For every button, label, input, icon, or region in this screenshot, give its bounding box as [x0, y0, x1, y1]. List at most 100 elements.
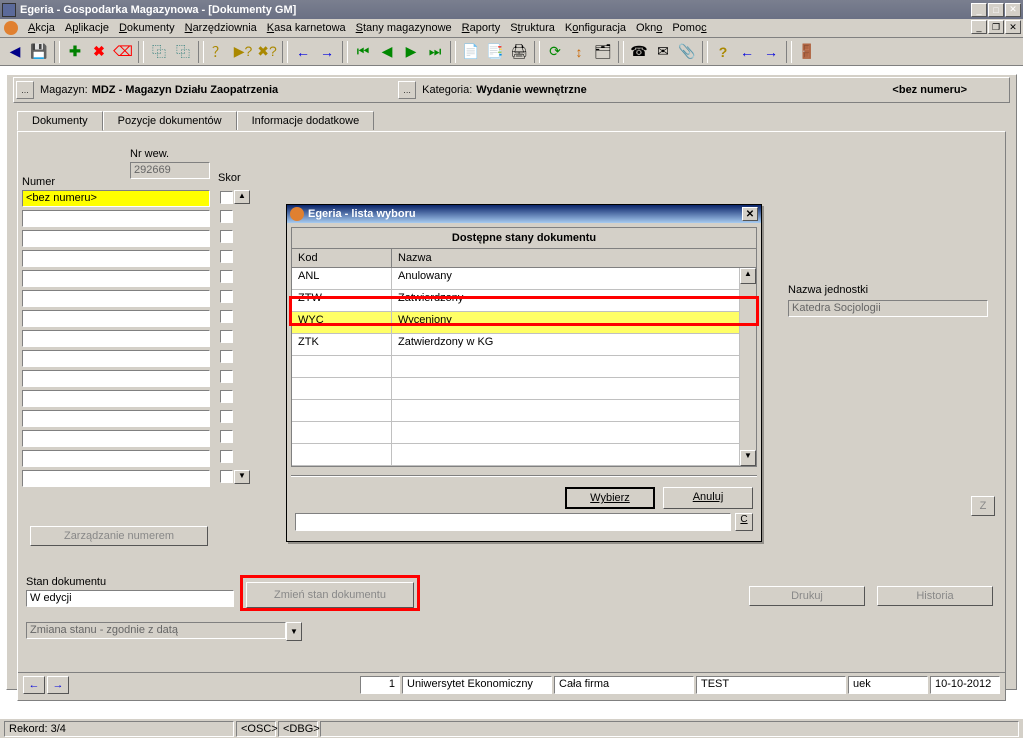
- nav-next-icon[interactable]: →: [47, 676, 69, 694]
- grid-row-empty[interactable]: [292, 444, 740, 466]
- skor-check[interactable]: [220, 410, 233, 423]
- tool-save-icon[interactable]: 💾: [28, 41, 50, 63]
- tool-doc1-icon[interactable]: 📄: [460, 41, 482, 63]
- grid-row-selected[interactable]: WYC Wyceniony: [292, 312, 740, 334]
- tool-phone-icon[interactable]: ☎: [628, 41, 650, 63]
- menu-raporty[interactable]: Raporty: [462, 22, 501, 34]
- z-button[interactable]: Z: [971, 496, 995, 516]
- wybierz-button[interactable]: Wybierz: [565, 487, 655, 509]
- grid-row[interactable]: ANL Anulowany: [292, 268, 740, 290]
- tool-prev-icon[interactable]: ◀: [376, 41, 398, 63]
- combo-dropdown-icon[interactable]: ▼: [286, 622, 302, 641]
- menu-pomoc[interactable]: Pomoc: [672, 22, 706, 34]
- tool-nav-left-icon[interactable]: ←: [292, 41, 314, 63]
- menu-aplikacje[interactable]: Aplikacje: [65, 22, 109, 34]
- numer-row[interactable]: [22, 370, 210, 387]
- zmien-stan-button[interactable]: Zmień stan dokumentu: [246, 582, 414, 608]
- skor-check[interactable]: [220, 470, 233, 483]
- menu-dokumenty[interactable]: Dokumenty: [119, 22, 175, 34]
- tool-add-icon[interactable]: ✚: [64, 41, 86, 63]
- grid-row-ztw[interactable]: ZTW Zatwierdzony: [292, 290, 740, 312]
- close-button[interactable]: ✕: [1005, 3, 1021, 17]
- c-button[interactable]: C: [735, 513, 753, 531]
- numer-row[interactable]: [22, 350, 210, 367]
- menu-akcja[interactable]: Akcja: [28, 22, 55, 34]
- tool-first-icon[interactable]: ⏮: [352, 41, 374, 63]
- tab-informacje[interactable]: Informacje dodatkowe: [237, 111, 375, 130]
- numer-row[interactable]: [22, 450, 210, 467]
- dialog-close-button[interactable]: ✕: [742, 207, 758, 221]
- tool-copy2-icon[interactable]: ⿻: [172, 41, 194, 63]
- tool-nav2-left-icon[interactable]: ←: [736, 41, 758, 63]
- skor-check[interactable]: [220, 290, 233, 303]
- drukuj-button[interactable]: Drukuj: [749, 586, 865, 606]
- tool-nav2-right-icon[interactable]: →: [760, 41, 782, 63]
- menu-konfiguracja[interactable]: Konfiguracja: [565, 22, 626, 34]
- maximize-button[interactable]: □: [988, 3, 1004, 17]
- skor-check[interactable]: [220, 191, 233, 204]
- anuluj-button[interactable]: Anuluj: [663, 487, 753, 509]
- numer-row[interactable]: [22, 310, 210, 327]
- tool-search-icon[interactable]: ？: [208, 41, 230, 63]
- numer-row-0[interactable]: <bez numeru>: [22, 190, 210, 207]
- numer-row[interactable]: [22, 390, 210, 407]
- skor-check[interactable]: [220, 310, 233, 323]
- tool-exec-icon[interactable]: ▶?: [232, 41, 254, 63]
- skor-check[interactable]: [220, 330, 233, 343]
- numer-row[interactable]: [22, 230, 210, 247]
- tool-next-icon[interactable]: ▶: [400, 41, 422, 63]
- tool-mail-icon[interactable]: ✉: [652, 41, 674, 63]
- dialog-search-input[interactable]: [295, 513, 731, 531]
- skor-check[interactable]: [220, 370, 233, 383]
- numer-row[interactable]: [22, 250, 210, 267]
- skor-check[interactable]: [220, 450, 233, 463]
- menu-okno[interactable]: Okno: [636, 22, 662, 34]
- tool-print-icon[interactable]: 🖨: [508, 41, 530, 63]
- tool-refresh-icon[interactable]: ⟳: [544, 41, 566, 63]
- skor-check[interactable]: [220, 230, 233, 243]
- grid-row-empty[interactable]: [292, 422, 740, 444]
- grid-row-empty[interactable]: [292, 378, 740, 400]
- tool-copy-icon[interactable]: ⿻: [148, 41, 170, 63]
- skor-check[interactable]: [220, 210, 233, 223]
- mdi-restore[interactable]: ❐: [988, 20, 1004, 34]
- skor-check[interactable]: [220, 390, 233, 403]
- numer-row[interactable]: [22, 430, 210, 447]
- tool-tree-icon[interactable]: 🗂: [592, 41, 614, 63]
- tool-delete-icon[interactable]: ✖: [88, 41, 110, 63]
- tool-last-icon[interactable]: ⏭: [424, 41, 446, 63]
- grid-scroll-up-icon[interactable]: ▲: [740, 268, 756, 284]
- mdi-close[interactable]: ✕: [1005, 20, 1021, 34]
- tool-attach-icon[interactable]: 📎: [676, 41, 698, 63]
- skor-check[interactable]: [220, 350, 233, 363]
- zarzadzanie-button[interactable]: Zarządzanie numerem: [30, 526, 208, 546]
- numer-row[interactable]: [22, 210, 210, 227]
- tool-help-icon[interactable]: ?: [712, 41, 734, 63]
- menu-struktura[interactable]: Struktura: [510, 22, 555, 34]
- numer-row[interactable]: [22, 470, 210, 487]
- zmiana-stanu-combo[interactable]: Zmiana stanu - zgodnie z datą: [26, 622, 286, 639]
- tab-pozycje[interactable]: Pozycje dokumentów: [103, 111, 237, 130]
- grid-row[interactable]: ZTK Zatwierdzony w KG: [292, 334, 740, 356]
- minimize-button[interactable]: _: [971, 3, 987, 17]
- numer-row[interactable]: [22, 410, 210, 427]
- kategoria-picker[interactable]: …: [398, 81, 416, 99]
- numer-row[interactable]: [22, 290, 210, 307]
- tool-doc2-icon[interactable]: 📑: [484, 41, 506, 63]
- grid-row-empty[interactable]: [292, 356, 740, 378]
- scroll-down-icon[interactable]: ▼: [234, 470, 250, 484]
- menu-narzedziownia[interactable]: Narzędziownia: [185, 22, 257, 34]
- skor-check[interactable]: [220, 430, 233, 443]
- grid-row-empty[interactable]: [292, 400, 740, 422]
- tool-sort-icon[interactable]: ↕: [568, 41, 590, 63]
- scroll-up-icon[interactable]: ▲: [234, 190, 250, 204]
- tool-cancel-icon[interactable]: ✖?: [256, 41, 278, 63]
- mdi-minimize[interactable]: _: [971, 20, 987, 34]
- numer-row[interactable]: [22, 330, 210, 347]
- skor-check[interactable]: [220, 270, 233, 283]
- tool-exit-icon[interactable]: 🚪: [796, 41, 818, 63]
- menu-stany[interactable]: Stany magazynowe: [356, 22, 452, 34]
- historia-button[interactable]: Historia: [877, 586, 993, 606]
- tool-nav-right-icon[interactable]: →: [316, 41, 338, 63]
- tab-dokumenty[interactable]: Dokumenty: [17, 111, 103, 131]
